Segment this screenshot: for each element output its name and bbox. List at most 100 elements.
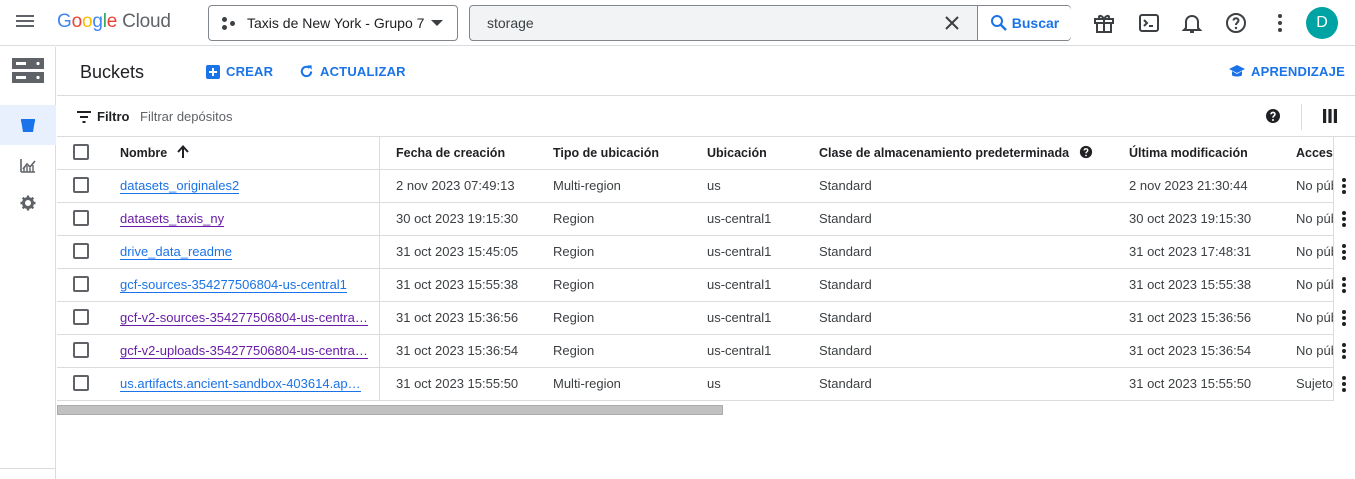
location-type-cell: Region	[553, 211, 595, 226]
bucket-link[interactable]: datasets_taxis_ny	[120, 211, 225, 227]
left-nav	[0, 47, 56, 479]
row-more-vert-icon[interactable]	[1342, 277, 1346, 293]
row-more-vert-icon[interactable]	[1342, 376, 1346, 392]
notifications-bell-icon[interactable]	[1180, 11, 1204, 35]
location-cell: us-central1	[707, 277, 772, 292]
more-vert-icon[interactable]	[1268, 11, 1292, 35]
learn-button-label: APRENDIZAJE	[1251, 64, 1345, 79]
column-header-location[interactable]: Ubicación	[707, 137, 767, 170]
row-checkbox[interactable]	[73, 210, 89, 226]
row-checkbox[interactable]	[73, 177, 89, 193]
account-avatar[interactable]: D	[1306, 7, 1338, 39]
search-input[interactable]	[470, 6, 930, 40]
row-more-vert-icon[interactable]	[1342, 244, 1346, 260]
location-cell: us-central1	[707, 211, 772, 226]
bucket-name-cell: gcf-v2-sources-354277506804-us-centra…	[120, 302, 370, 335]
column-header-name[interactable]: Nombre	[120, 137, 189, 170]
access-cell: No público	[1296, 343, 1333, 358]
bucket-link[interactable]: us.artifacts.ancient-sandbox-403614.ap…	[120, 376, 361, 392]
row-more-vert-icon[interactable]	[1342, 211, 1346, 227]
refresh-icon	[300, 65, 313, 78]
column-header-created[interactable]: Fecha de creación	[396, 137, 505, 170]
table-row: gcf-v2-sources-354277506804-us-centra… 31…	[57, 302, 1355, 335]
storage-class-cell: Standard	[819, 178, 872, 193]
location-type-cell: Multi-region	[553, 376, 621, 391]
created-cell: 31 oct 2023 15:55:50	[396, 376, 519, 391]
main-menu-icon[interactable]	[14, 12, 36, 34]
chevron-down-icon	[431, 20, 443, 26]
created-cell: 31 oct 2023 15:45:05	[396, 244, 519, 259]
bucket-link[interactable]: datasets_originales2	[120, 178, 240, 194]
created-cell: 31 oct 2023 15:36:54	[396, 343, 519, 358]
add-box-icon	[206, 64, 220, 79]
monitoring-chart-icon	[20, 159, 36, 173]
column-header-access[interactable]: Acceso	[1296, 137, 1333, 170]
select-all-checkbox[interactable]	[73, 144, 89, 160]
storage-class-cell: Standard	[819, 244, 872, 259]
row-more-vert-icon[interactable]	[1342, 343, 1346, 359]
help-circle-icon[interactable]	[1265, 108, 1281, 124]
row-more-vert-icon[interactable]	[1342, 310, 1346, 326]
nav-item-monitoring[interactable]	[0, 145, 56, 185]
search-button[interactable]: Buscar	[977, 6, 1071, 40]
storage-product-icon[interactable]	[0, 49, 56, 93]
bucket-name-cell: us.artifacts.ancient-sandbox-403614.ap…	[120, 368, 370, 401]
table-row: gcf-v2-uploads-354277506804-us-centra… 31…	[57, 335, 1355, 368]
horizontal-scrollbar[interactable]	[57, 405, 723, 415]
row-checkbox[interactable]	[73, 375, 89, 391]
storage-class-cell: Standard	[819, 277, 872, 292]
row-checkbox[interactable]	[73, 342, 89, 358]
row-checkbox[interactable]	[73, 309, 89, 325]
location-type-cell: Region	[553, 277, 595, 292]
cloud-shell-icon[interactable]	[1137, 11, 1161, 35]
create-button-label: CREAR	[226, 64, 274, 79]
column-display-icon[interactable]	[1323, 109, 1337, 123]
top-bar: Google Cloud Taxis de New York - Grupo 7 …	[0, 0, 1355, 46]
refresh-button[interactable]: ACTUALIZAR	[299, 64, 406, 79]
row-checkbox[interactable]	[73, 243, 89, 259]
created-cell: 31 oct 2023 15:55:38	[396, 277, 519, 292]
bucket-name-cell: drive_data_readme	[120, 236, 370, 269]
gift-icon[interactable]	[1092, 11, 1116, 35]
bucket-icon	[21, 119, 35, 132]
row-checkbox[interactable]	[73, 276, 89, 292]
help-circle-icon[interactable]	[1079, 145, 1093, 159]
learn-button[interactable]: APRENDIZAJE	[1229, 64, 1345, 79]
column-header-storage-class[interactable]: Clase de almacenamiento predeterminada	[819, 137, 1093, 170]
arrow-up-sort-icon	[176, 145, 189, 158]
create-button[interactable]: CREAR	[206, 64, 273, 79]
filter-input[interactable]: Filtrar depósitos	[140, 109, 232, 124]
refresh-button-label: ACTUALIZAR	[320, 64, 406, 79]
toolbar-divider	[1301, 104, 1302, 130]
nav-item-buckets[interactable]	[0, 105, 56, 145]
filter-bar: Filtro Filtrar depósitos	[57, 97, 1355, 137]
bucket-name-cell: gcf-v2-uploads-354277506804-us-centra…	[120, 335, 370, 368]
modified-cell: 31 oct 2023 15:36:54	[1129, 343, 1252, 358]
row-more-vert-icon[interactable]	[1342, 178, 1346, 194]
column-header-location-type[interactable]: Tipo de ubicación	[553, 137, 659, 170]
access-cell: No público	[1296, 277, 1333, 292]
bucket-link[interactable]: drive_data_readme	[120, 244, 233, 260]
bucket-link[interactable]: gcf-v2-uploads-354277506804-us-centra…	[120, 343, 368, 359]
clear-search-icon[interactable]	[942, 13, 962, 33]
location-cell: us-central1	[707, 343, 772, 358]
location-cell: us	[707, 178, 721, 193]
bucket-name-cell: datasets_taxis_ny	[120, 203, 370, 236]
project-selector[interactable]: Taxis de New York - Grupo 7	[208, 5, 458, 41]
filter-label[interactable]: Filtro	[97, 109, 130, 124]
google-cloud-logo[interactable]: Google Cloud	[57, 11, 171, 33]
search-bar: Buscar	[469, 5, 1071, 41]
column-header-name-label: Nombre	[120, 146, 168, 160]
column-header-modified[interactable]: Última modificación	[1129, 137, 1248, 170]
access-cell: Sujeto	[1296, 376, 1333, 391]
bucket-name-cell: datasets_originales2	[120, 170, 370, 203]
bucket-link[interactable]: gcf-sources-354277506804-us-central1	[120, 277, 347, 293]
bucket-link[interactable]: gcf-v2-sources-354277506804-us-centra…	[120, 310, 368, 326]
table-row: datasets_originales2 2 nov 2023 07:49:13 M…	[57, 170, 1355, 203]
access-cell: No público	[1296, 211, 1333, 226]
filter-list-icon[interactable]	[77, 111, 91, 123]
nav-item-settings[interactable]	[0, 183, 56, 223]
modified-cell: 30 oct 2023 19:15:30	[1129, 211, 1252, 226]
access-cell: No público	[1296, 178, 1333, 193]
help-icon[interactable]	[1224, 11, 1248, 35]
